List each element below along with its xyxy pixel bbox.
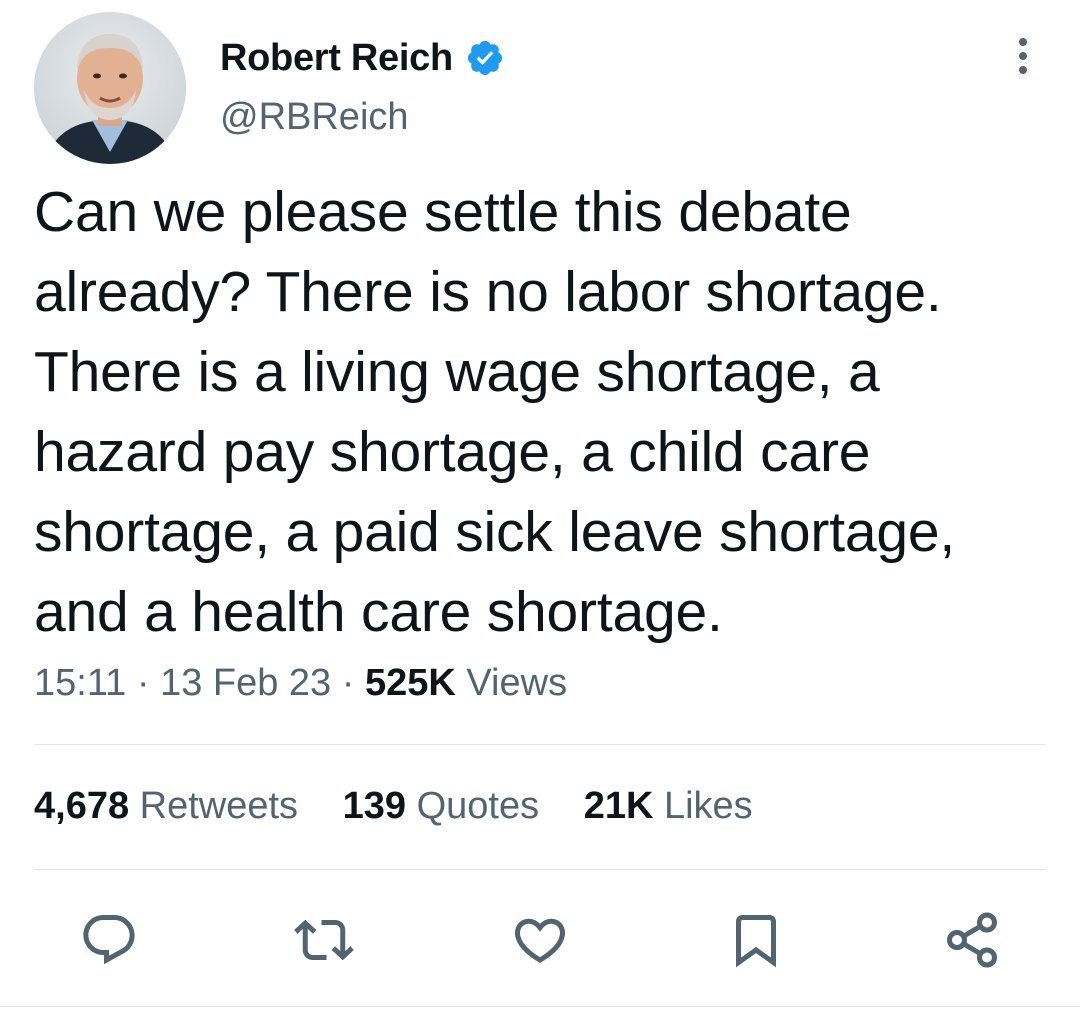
more-options-icon[interactable] xyxy=(1005,34,1041,78)
likes-count: 21K xyxy=(583,785,654,827)
retweets-stat[interactable]: 4,678 Retweets xyxy=(34,785,298,827)
retweet-icon xyxy=(294,919,354,961)
action-bar xyxy=(0,900,1080,980)
tweet-text: Can we please settle this debate already… xyxy=(34,180,955,644)
share-button[interactable] xyxy=(940,908,1004,972)
engagement-stats: 4,678 Retweets 139 Quotes 21K Likes xyxy=(34,785,787,828)
tweet-date[interactable]: 13 Feb 23 xyxy=(160,662,331,704)
divider xyxy=(0,1006,1080,1007)
reply-button[interactable] xyxy=(77,908,141,972)
like-button[interactable] xyxy=(508,908,572,972)
retweets-label: Retweets xyxy=(139,785,299,827)
tweet-metadata: 15:11 · 13 Feb 23 · 525K Views xyxy=(34,662,567,705)
author-display-name[interactable]: Robert Reich xyxy=(220,37,453,80)
retweet-button[interactable] xyxy=(292,908,356,972)
likes-label: Likes xyxy=(663,785,753,827)
views-count: 525K xyxy=(364,662,456,704)
views-label: Views xyxy=(466,662,568,704)
quotes-label: Quotes xyxy=(416,785,540,827)
author-handle[interactable]: @RBReich xyxy=(220,96,409,139)
avatar-photo-icon xyxy=(34,12,186,164)
divider xyxy=(34,869,1046,870)
tweet-detail: Robert Reich @RBReich Can we please sett… xyxy=(0,0,1080,1021)
bookmark-icon xyxy=(736,915,776,968)
divider xyxy=(34,744,1046,745)
avatar[interactable] xyxy=(34,12,186,164)
bookmark-button[interactable] xyxy=(724,908,788,972)
quotes-stat[interactable]: 139 Quotes xyxy=(343,785,540,827)
meta-separator: · xyxy=(341,662,355,704)
retweets-count: 4,678 xyxy=(34,785,130,827)
author-name-row: Robert Reich xyxy=(220,34,505,82)
tweet-time[interactable]: 15:11 xyxy=(34,662,126,704)
verified-badge-icon xyxy=(465,38,505,78)
quotes-count: 139 xyxy=(342,785,407,827)
meta-separator: · xyxy=(136,662,150,704)
reply-icon xyxy=(83,915,135,965)
share-icon xyxy=(947,912,997,968)
like-icon xyxy=(514,918,566,963)
likes-stat[interactable]: 21K Likes xyxy=(584,785,753,827)
